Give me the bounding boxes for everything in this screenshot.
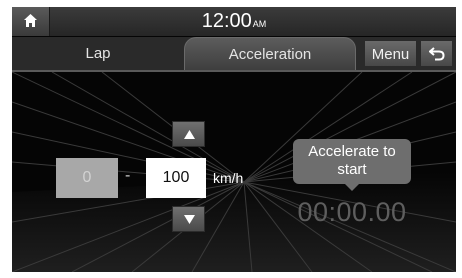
speed-unit-label: km/h: [213, 170, 244, 186]
back-arrow-icon: [429, 47, 445, 61]
tab-acceleration[interactable]: Acceleration: [184, 37, 356, 70]
start-speed-field[interactable]: 0: [56, 158, 118, 198]
menu-button[interactable]: Menu: [364, 40, 417, 67]
range-separator: -: [125, 167, 131, 184]
triangle-up-icon: [184, 130, 195, 139]
clock-time: 12:00: [201, 10, 252, 32]
clock: 12:00AM: [12, 9, 456, 36]
clock-ampm: AM: [252, 19, 267, 29]
accelerate-prompt-line1: Accelerate to: [308, 143, 396, 160]
timer-display: 00:00.00: [297, 197, 407, 227]
tab-lap[interactable]: Lap: [12, 37, 184, 70]
speed-down-button[interactable]: [172, 206, 205, 232]
prompt-pointer: [345, 184, 359, 191]
triangle-down-icon: [184, 215, 195, 224]
end-speed-field[interactable]: 100: [146, 158, 206, 198]
accelerate-prompt-line2: start: [337, 161, 367, 178]
back-button[interactable]: [420, 40, 453, 67]
accelerate-prompt: Accelerate to start: [293, 139, 411, 184]
speed-up-button[interactable]: [172, 121, 205, 147]
status-bar: 12:00AM: [12, 7, 456, 36]
app-screen: 12:00AM Lap Acceleration Menu 0 - 100 km…: [12, 7, 456, 272]
